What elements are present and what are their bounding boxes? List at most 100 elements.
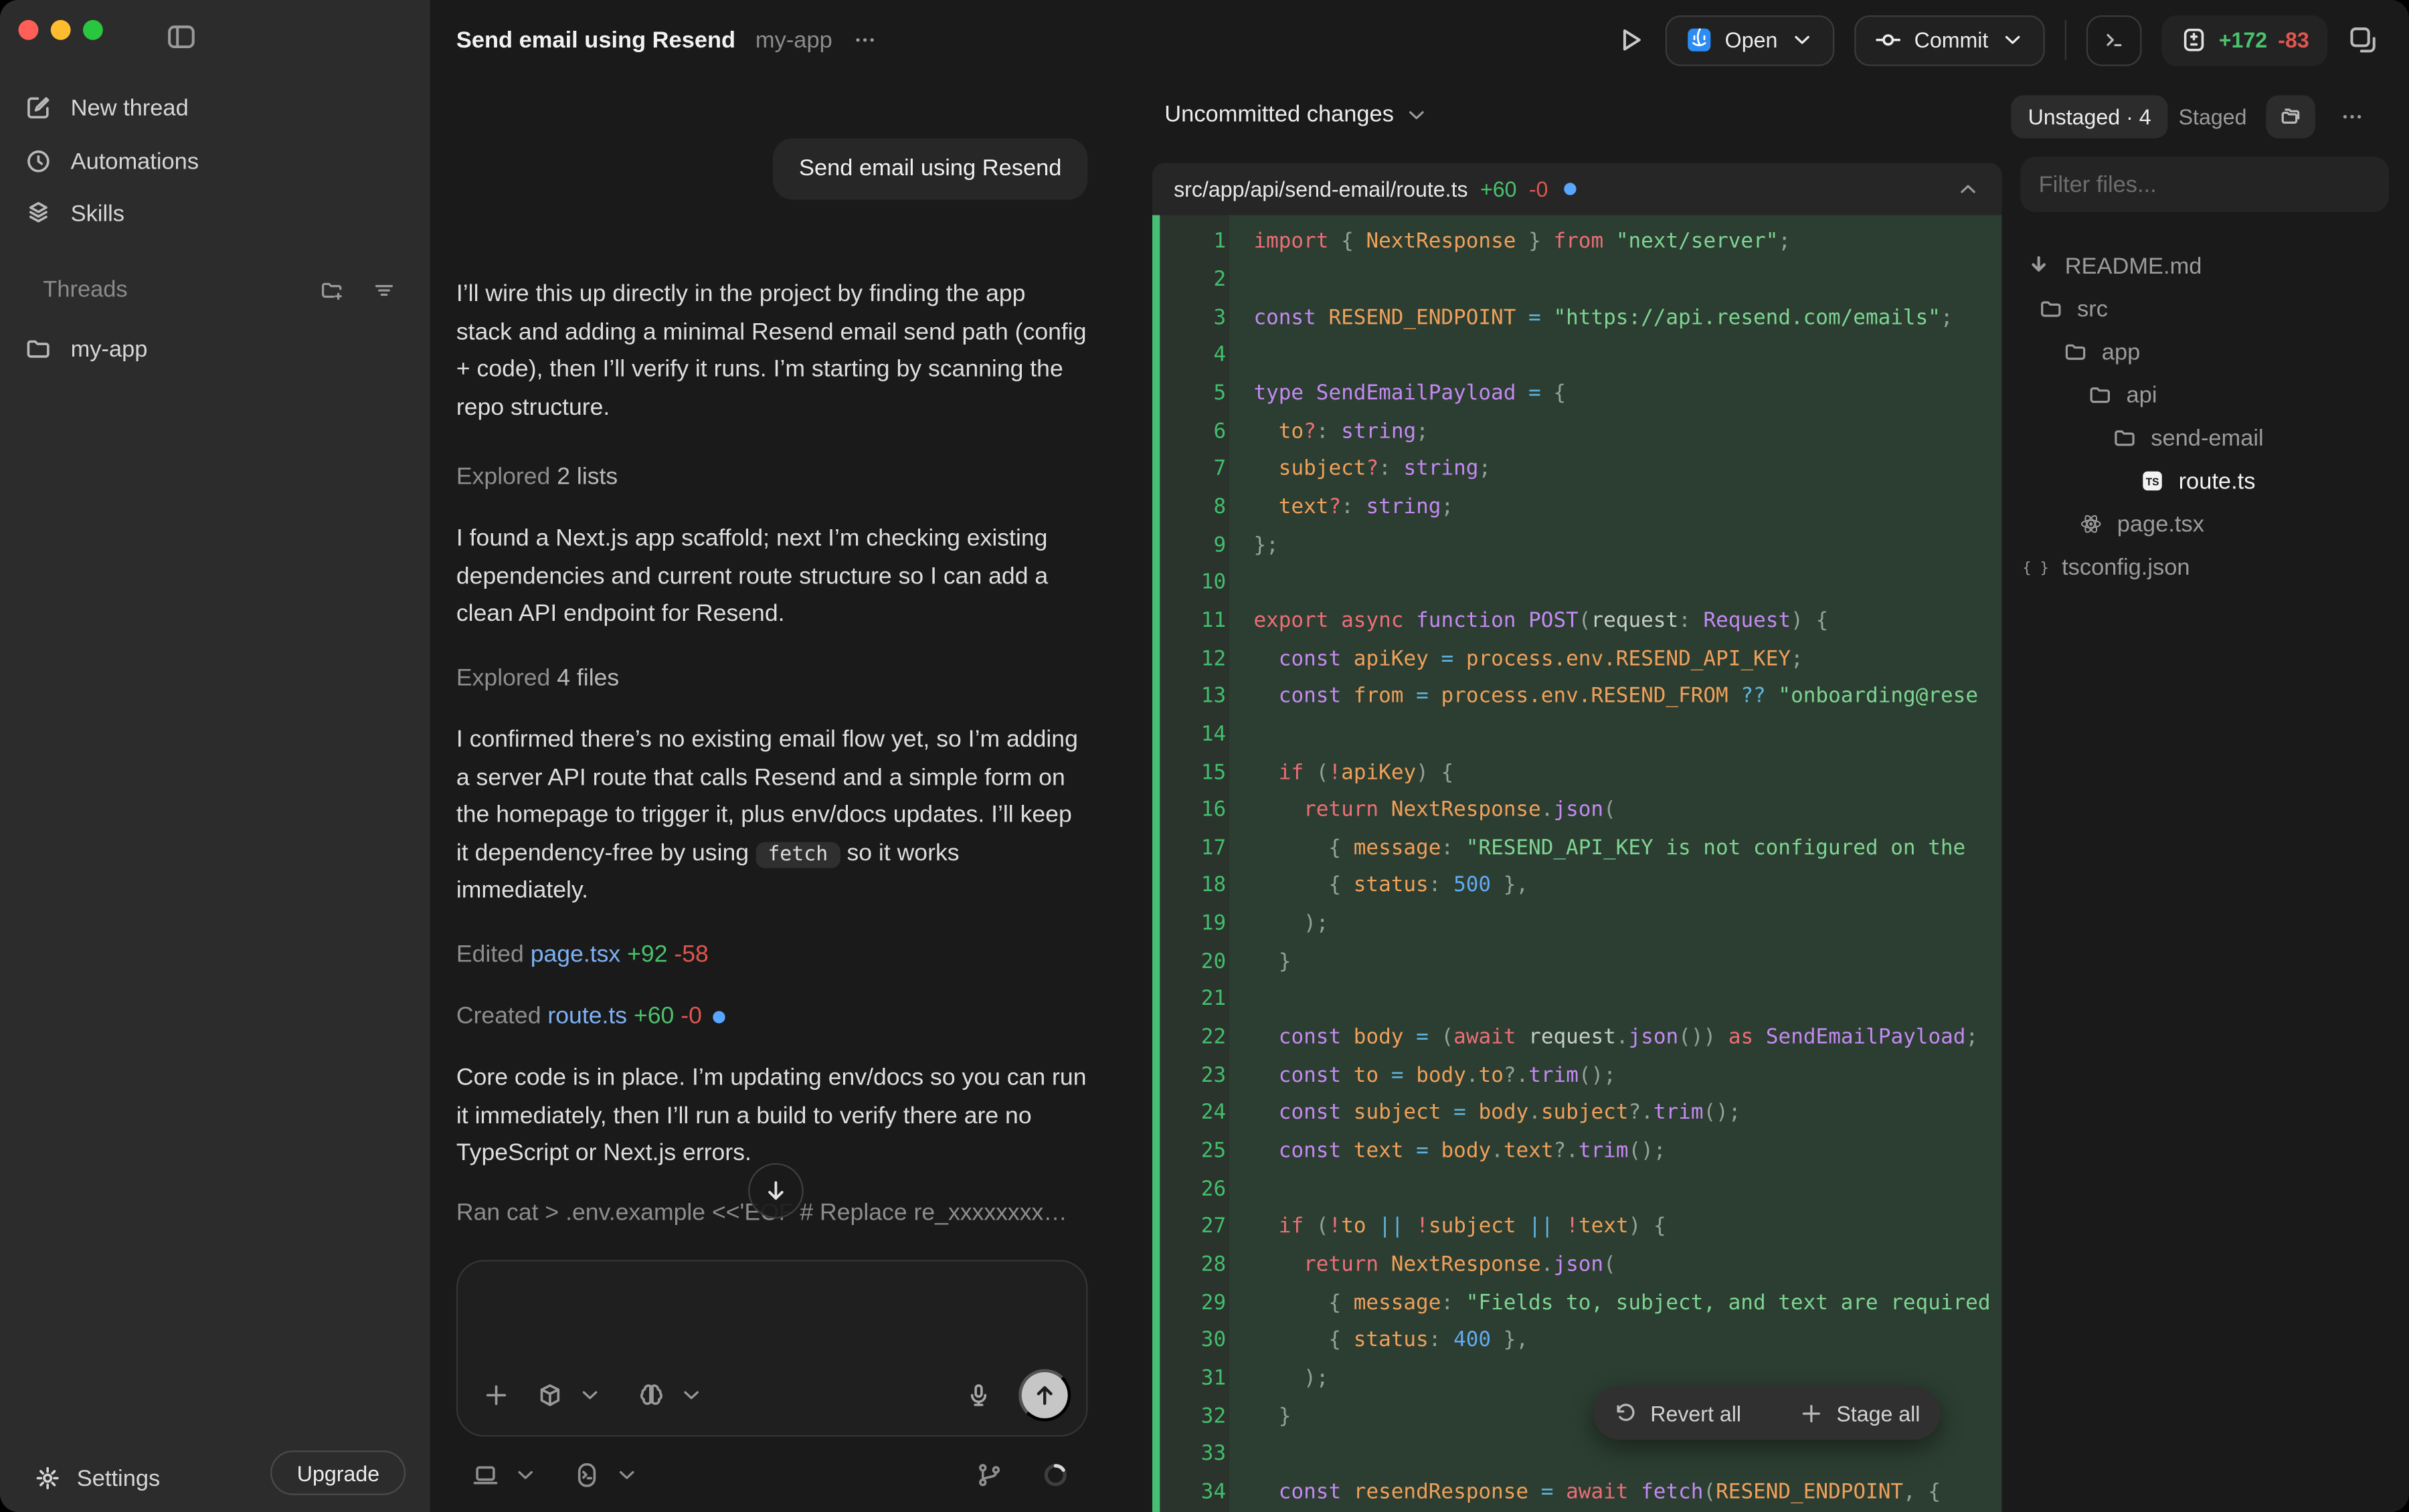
chevron-down-icon[interactable] [614, 1462, 639, 1487]
code-text: { message: "Fields to, subject, and text… [1226, 1291, 1990, 1315]
tree-item-api[interactable]: api [2002, 373, 2409, 416]
folder-icon [2113, 426, 2137, 450]
chevron-down-icon[interactable] [679, 1383, 704, 1408]
model-icon[interactable] [536, 1382, 563, 1409]
unsaved-dot [1563, 183, 1575, 195]
tree-item-README.md[interactable]: README.md [2002, 244, 2409, 287]
diff-stats-button[interactable]: +172 -83 [2162, 15, 2327, 66]
line-number: 1 [1160, 229, 1226, 254]
files-menu-button[interactable] [2340, 95, 2365, 138]
sidebar-item-skills[interactable]: Skills [25, 191, 406, 237]
file-activity[interactable]: Edited page.tsx +92 -58 [456, 936, 709, 974]
terminal-button[interactable] [2086, 15, 2142, 66]
code-text: import { NextResponse } from "next/serve… [1226, 229, 1791, 254]
settings-button[interactable]: Settings [34, 1464, 161, 1492]
attach-icon[interactable] [482, 1382, 510, 1409]
code-line: 11export async function POST(request: Re… [1160, 601, 2001, 640]
tree-item-route.ts[interactable]: TSroute.ts [2002, 460, 2409, 502]
tab-unstaged[interactable]: Unstaged · 4 [2011, 95, 2168, 138]
collapse-file-icon[interactable] [1956, 177, 1981, 201]
folder-icon [2063, 340, 2088, 365]
upgrade-button[interactable]: Upgrade [271, 1450, 406, 1495]
arrow-up-icon [1031, 1382, 1059, 1409]
git-branch-icon[interactable] [976, 1461, 1003, 1489]
removed-count: -83 [2278, 27, 2309, 52]
tree-item-tsconfig.json[interactable]: { }tsconfig.json [2002, 545, 2409, 588]
paragraph-line: it dependency-free by using fetch so it … [456, 836, 1101, 873]
tab-staged[interactable]: Staged [2179, 95, 2247, 138]
minimize-window-button[interactable] [51, 20, 71, 40]
titlebar-project: my-app [755, 27, 832, 53]
reasoning-icon[interactable] [638, 1382, 665, 1409]
paragraph-line: a server API route that calls Resend and… [456, 760, 1101, 797]
file-activity[interactable]: Created route.ts +60 -0 [456, 998, 725, 1036]
code-text: const apiKey = process.env.RESEND_API_KE… [1226, 646, 1803, 671]
tree-item-label: app [2102, 339, 2140, 365]
thread-menu-icon[interactable] [853, 27, 877, 52]
tree-item-label: src [2077, 296, 2108, 322]
tree-item-send-email[interactable]: send-email [2002, 416, 2409, 459]
code-text: const body = (await request.json()) as S… [1226, 1025, 1978, 1050]
line-number: 15 [1160, 760, 1226, 785]
zoom-window-button[interactable] [83, 20, 103, 40]
sidebar-item-automations[interactable]: Automations [25, 138, 406, 185]
code-text: type SendEmailPayload = { [1226, 381, 1566, 405]
tree-item-app[interactable]: app [2002, 330, 2409, 373]
commit-button[interactable]: Commit [1854, 15, 2045, 66]
open-button[interactable]: Open [1665, 15, 1834, 66]
diff-file-header[interactable]: src/app/api/send-email/route.ts +60 -0 [1152, 163, 2002, 215]
new-window-icon[interactable] [2347, 25, 2378, 56]
text-segment: 4 files [557, 665, 619, 691]
code-text: } [1226, 1404, 1291, 1428]
collapse-folders-button[interactable] [2266, 95, 2315, 138]
text-segment: Explored [456, 665, 557, 691]
thread-item-my-app[interactable]: my-app [25, 326, 406, 372]
app: New thread Automations Skills Threads my… [0, 0, 2409, 1512]
code-line: 13 const from = process.env.RESEND_FROM … [1160, 678, 2001, 716]
line-number: 4 [1160, 343, 1226, 368]
stage-all-button[interactable]: Stage all [1790, 1399, 1929, 1426]
tree-item-page.tsx[interactable]: page.tsx [2002, 502, 2409, 545]
line-number: 7 [1160, 457, 1226, 482]
diff-code-view: 1import { NextResponse } from "next/serv… [1152, 215, 2002, 1512]
code-line: 15 if (!apiKey) { [1160, 753, 2001, 791]
mic-icon[interactable] [965, 1382, 992, 1409]
code-line: 6 to?: string; [1160, 412, 2001, 450]
chevron-down-icon [1405, 102, 1429, 127]
close-window-button[interactable] [19, 20, 39, 40]
filter-threads-icon[interactable] [372, 278, 397, 303]
environment-icon[interactable] [472, 1461, 499, 1489]
chevron-down-icon[interactable] [513, 1462, 538, 1487]
message-composer[interactable] [456, 1260, 1088, 1436]
plus-icon [1799, 1400, 1824, 1425]
filter-files-input[interactable] [2020, 157, 2389, 212]
tree-item-label: page.tsx [2117, 511, 2204, 537]
code-line: 30 { status: 400 }, [1160, 1321, 2001, 1359]
chevron-down-icon[interactable] [577, 1383, 602, 1408]
code-text: { status: 500 }, [1226, 874, 1528, 899]
line-number: 23 [1160, 1063, 1226, 1088]
explored-toggle[interactable]: Explored 4 files [456, 659, 619, 697]
sidebar-toggle-icon[interactable] [166, 21, 197, 52]
scroll-to-bottom-button[interactable] [748, 1163, 804, 1219]
text-segment: -0 [674, 1004, 702, 1030]
line-number: 12 [1160, 646, 1226, 671]
sidebar-item-new-thread[interactable]: New thread [25, 84, 406, 130]
explored-toggle[interactable]: Explored 2 lists [456, 458, 618, 496]
code-line: 17 { message: "RESEND_API_KEY is not con… [1160, 829, 2001, 867]
revert-all-button[interactable]: Revert all [1604, 1399, 1750, 1426]
tree-item-src[interactable]: src [2002, 287, 2409, 330]
send-button[interactable] [1018, 1369, 1071, 1421]
svg-text:TS: TS [2146, 477, 2159, 488]
permissions-icon[interactable] [573, 1461, 600, 1489]
paragraph-line: Core code is in place. I’m updating env/… [456, 1060, 1101, 1098]
uncommitted-changes-dropdown[interactable]: Uncommitted changes [1164, 102, 1429, 128]
code-line: 18 { status: 500 }, [1160, 867, 2001, 905]
paragraph-line: dependencies and current route structure… [456, 559, 1101, 596]
run-icon[interactable] [1614, 25, 1645, 56]
line-number: 34 [1160, 1480, 1226, 1505]
file-link[interactable]: page.tsx [531, 942, 621, 968]
file-link[interactable]: route.ts [547, 1004, 627, 1030]
code-text: ); [1226, 911, 1328, 936]
new-folder-icon[interactable] [320, 278, 345, 303]
